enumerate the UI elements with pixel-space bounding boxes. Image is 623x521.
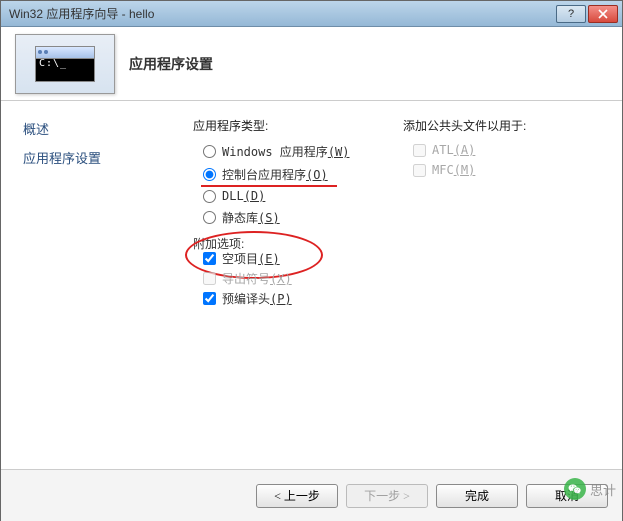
left-column: 应用程序类型: Windows 应用程序(W) 控制台应用程序(O) DLL(D… <box>193 117 403 469</box>
check-empty-project[interactable]: 空项目(E) <box>203 250 403 267</box>
checkbox-input[interactable] <box>203 292 216 305</box>
close-icon <box>598 9 608 19</box>
wizard-window: Win32 应用程序向导 - hello C:\_ 应用程序设置 概述 应用程序… <box>0 0 623 521</box>
window-title: Win32 应用程序向导 - hello <box>5 5 554 22</box>
watermark: 思计 <box>564 478 616 500</box>
next-button: 下一步 > <box>346 484 428 508</box>
app-type-label: 应用程序类型: <box>193 117 403 134</box>
console-prompt: C:\_ <box>36 57 94 81</box>
annotation-underline <box>201 185 337 187</box>
radio-input[interactable] <box>203 211 216 224</box>
sidebar-item-overview[interactable]: 概述 <box>23 119 187 138</box>
check-mfc: MFC(M) <box>413 163 526 177</box>
radio-static-lib[interactable]: 静态库(S) <box>203 209 403 226</box>
checkbox-input[interactable] <box>203 252 216 265</box>
radio-console-app[interactable]: 控制台应用程序(O) <box>203 166 403 183</box>
close-button[interactable] <box>588 5 618 23</box>
check-export-symbols: 导出符号(X) <box>203 270 403 287</box>
radio-input[interactable] <box>203 190 216 203</box>
header-thumbnail: C:\_ <box>15 34 115 94</box>
console-icon: C:\_ <box>35 46 95 82</box>
footer: < 上一步 下一步 > 完成 取消 <box>1 469 622 521</box>
check-precompiled-header[interactable]: 预编译头(P) <box>203 290 403 307</box>
radio-dll[interactable]: DLL(D) <box>203 189 403 203</box>
sidebar-item-app-settings[interactable]: 应用程序设置 <box>23 148 187 167</box>
extra-options-group: 附加选项: 空项目(E) 导出符号(X) 预编译头(P) <box>193 239 403 310</box>
header-banner: C:\_ 应用程序设置 <box>1 27 622 101</box>
checkbox-input <box>413 144 426 157</box>
prev-button[interactable]: < 上一步 <box>256 484 338 508</box>
page-title: 应用程序设置 <box>129 54 213 74</box>
titlebar: Win32 应用程序向导 - hello <box>1 1 622 27</box>
common-headers-label: 添加公共头文件以用于: <box>403 117 526 134</box>
content-area: 概述 应用程序设置 应用程序类型: Windows 应用程序(W) 控制台应用程… <box>1 101 622 469</box>
finish-button[interactable]: 完成 <box>436 484 518 508</box>
wechat-icon <box>564 478 586 500</box>
radio-input[interactable] <box>203 145 216 158</box>
check-atl: ATL(A) <box>413 143 526 157</box>
checkbox-input <box>203 272 216 285</box>
checkbox-input <box>413 164 426 177</box>
radio-input[interactable] <box>203 168 216 181</box>
sidebar: 概述 应用程序设置 <box>1 101 187 469</box>
main-content: 应用程序类型: Windows 应用程序(W) 控制台应用程序(O) DLL(D… <box>187 101 622 469</box>
right-column: 添加公共头文件以用于: ATL(A) MFC(M) <box>403 117 526 469</box>
watermark-text: 思计 <box>590 480 616 499</box>
radio-windows-app[interactable]: Windows 应用程序(W) <box>203 143 403 160</box>
help-button[interactable] <box>556 5 586 23</box>
